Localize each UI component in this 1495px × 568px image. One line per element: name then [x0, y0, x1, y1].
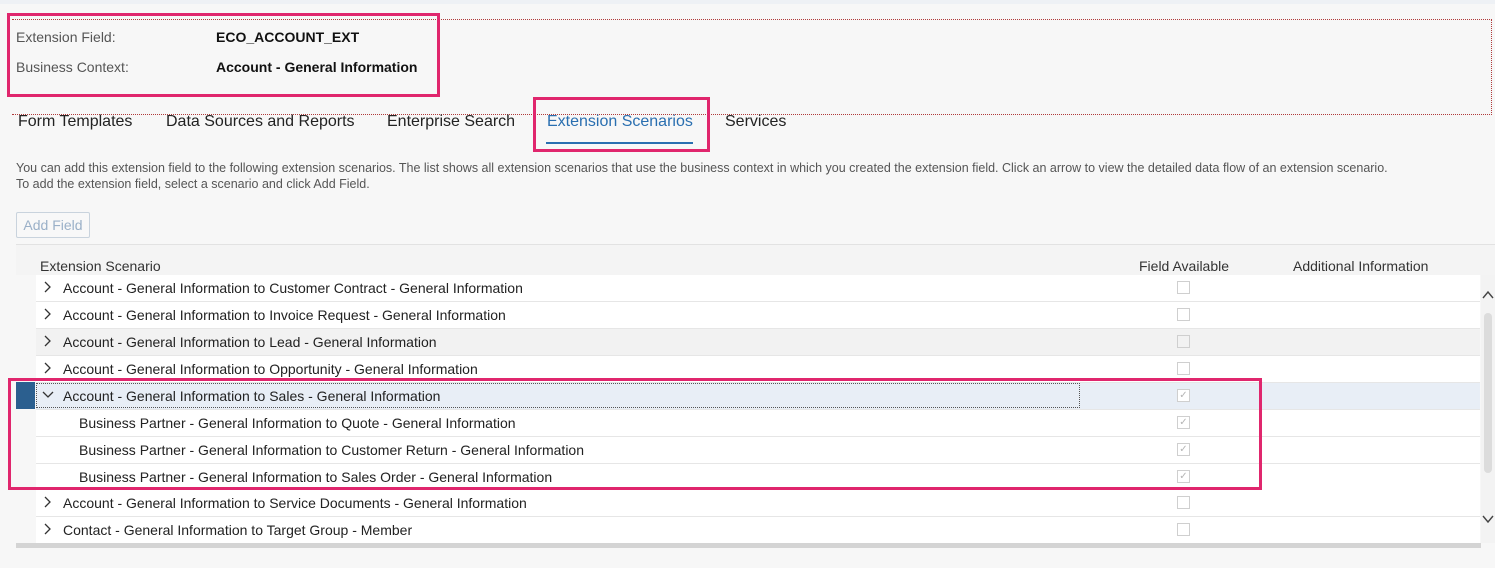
table-row[interactable]: Account - General Information to Custome…	[36, 275, 1480, 302]
table-row-selected[interactable]: Account - General Information to Sales -…	[36, 383, 1480, 410]
table-row[interactable]: Account - General Information to Opportu…	[36, 356, 1480, 383]
field-available-checkbox[interactable]	[1177, 523, 1190, 536]
row-label: Contact - General Information to Target …	[63, 522, 413, 538]
field-available-checkbox[interactable]	[1177, 335, 1190, 348]
extension-field-value: ECO_ACCOUNT_EXT	[216, 29, 360, 45]
chevron-down-icon[interactable]	[42, 388, 54, 402]
chevron-right-icon[interactable]	[42, 307, 54, 321]
field-available-checkbox[interactable]	[1177, 308, 1190, 321]
field-available-checkbox[interactable]: ✓	[1177, 416, 1190, 429]
chevron-right-icon[interactable]	[42, 495, 54, 509]
checkmark-icon: ✓	[1179, 390, 1188, 401]
active-tab-indicator	[546, 142, 693, 144]
chevron-right-icon[interactable]	[42, 334, 54, 348]
row-label: Account - General Information to Service…	[63, 495, 527, 511]
field-available-checkbox[interactable]: ✓	[1177, 389, 1190, 402]
column-header-additional-information[interactable]: Additional Information	[1293, 258, 1428, 274]
table-row-child[interactable]: Business Partner - General Information t…	[36, 437, 1480, 464]
table-row[interactable]: Account - General Information to Service…	[36, 490, 1480, 517]
description-line-2: To add the extension field, select a sce…	[16, 177, 370, 191]
table-row[interactable]: Account - General Information to Lead - …	[36, 329, 1480, 356]
description-line-1: You can add this extension field to the …	[16, 161, 1388, 175]
scrollbar-thumb[interactable]	[1484, 313, 1492, 473]
row-label: Account - General Information to Lead - …	[63, 334, 437, 350]
tab-services[interactable]: Services	[725, 113, 786, 131]
table-header	[16, 244, 1495, 275]
row-selection-marker[interactable]	[16, 382, 35, 409]
row-label: Account - General Information to Invoice…	[63, 307, 506, 323]
row-label: Business Partner - General Information t…	[79, 442, 584, 458]
checkmark-icon: ✓	[1179, 444, 1188, 455]
business-context-value: Account - General Information	[216, 59, 418, 75]
field-available-checkbox[interactable]: ✓	[1177, 443, 1190, 456]
table-row-child[interactable]: Business Partner - General Information t…	[36, 464, 1480, 491]
extension-field-label: Extension Field:	[16, 29, 116, 45]
chevron-right-icon[interactable]	[42, 361, 54, 375]
table-row[interactable]: Account - General Information to Invoice…	[36, 302, 1480, 329]
row-label: Account - General Information to Sales -…	[63, 388, 441, 404]
field-available-checkbox[interactable]: ✓	[1177, 470, 1190, 483]
column-header-field-available[interactable]: Field Available	[1139, 258, 1229, 274]
vertical-scrollbar[interactable]	[1481, 275, 1495, 543]
row-label: Business Partner - General Information t…	[79, 415, 516, 431]
row-label: Business Partner - General Information t…	[79, 469, 553, 485]
field-available-checkbox[interactable]	[1177, 362, 1190, 375]
business-context-label: Business Context:	[16, 59, 129, 75]
tab-enterprise-search[interactable]: Enterprise Search	[387, 113, 515, 131]
table-row[interactable]: Contact - General Information to Target …	[36, 517, 1480, 544]
checkmark-icon: ✓	[1179, 471, 1188, 482]
row-label: Account - General Information to Custome…	[63, 280, 523, 296]
checkmark-icon: ✓	[1179, 417, 1188, 428]
chevron-right-icon[interactable]	[42, 522, 54, 536]
top-strip	[0, 0, 1495, 4]
tab-extension-scenarios[interactable]: Extension Scenarios	[547, 113, 693, 131]
column-header-extension-scenario[interactable]: Extension Scenario	[40, 258, 161, 274]
field-available-checkbox[interactable]	[1177, 281, 1190, 294]
scroll-down-icon[interactable]	[1481, 513, 1495, 527]
table-row-child[interactable]: Business Partner - General Information t…	[36, 410, 1480, 437]
horizontal-scrollbar[interactable]	[16, 543, 1481, 548]
add-field-button[interactable]: Add Field	[16, 212, 90, 238]
tab-form-templates[interactable]: Form Templates	[18, 113, 132, 131]
row-label: Account - General Information to Opportu…	[63, 361, 478, 377]
tab-data-sources-and-reports[interactable]: Data Sources and Reports	[166, 113, 355, 131]
field-available-checkbox[interactable]	[1177, 496, 1190, 509]
scroll-up-icon[interactable]	[1481, 289, 1495, 303]
chevron-right-icon[interactable]	[42, 280, 54, 294]
